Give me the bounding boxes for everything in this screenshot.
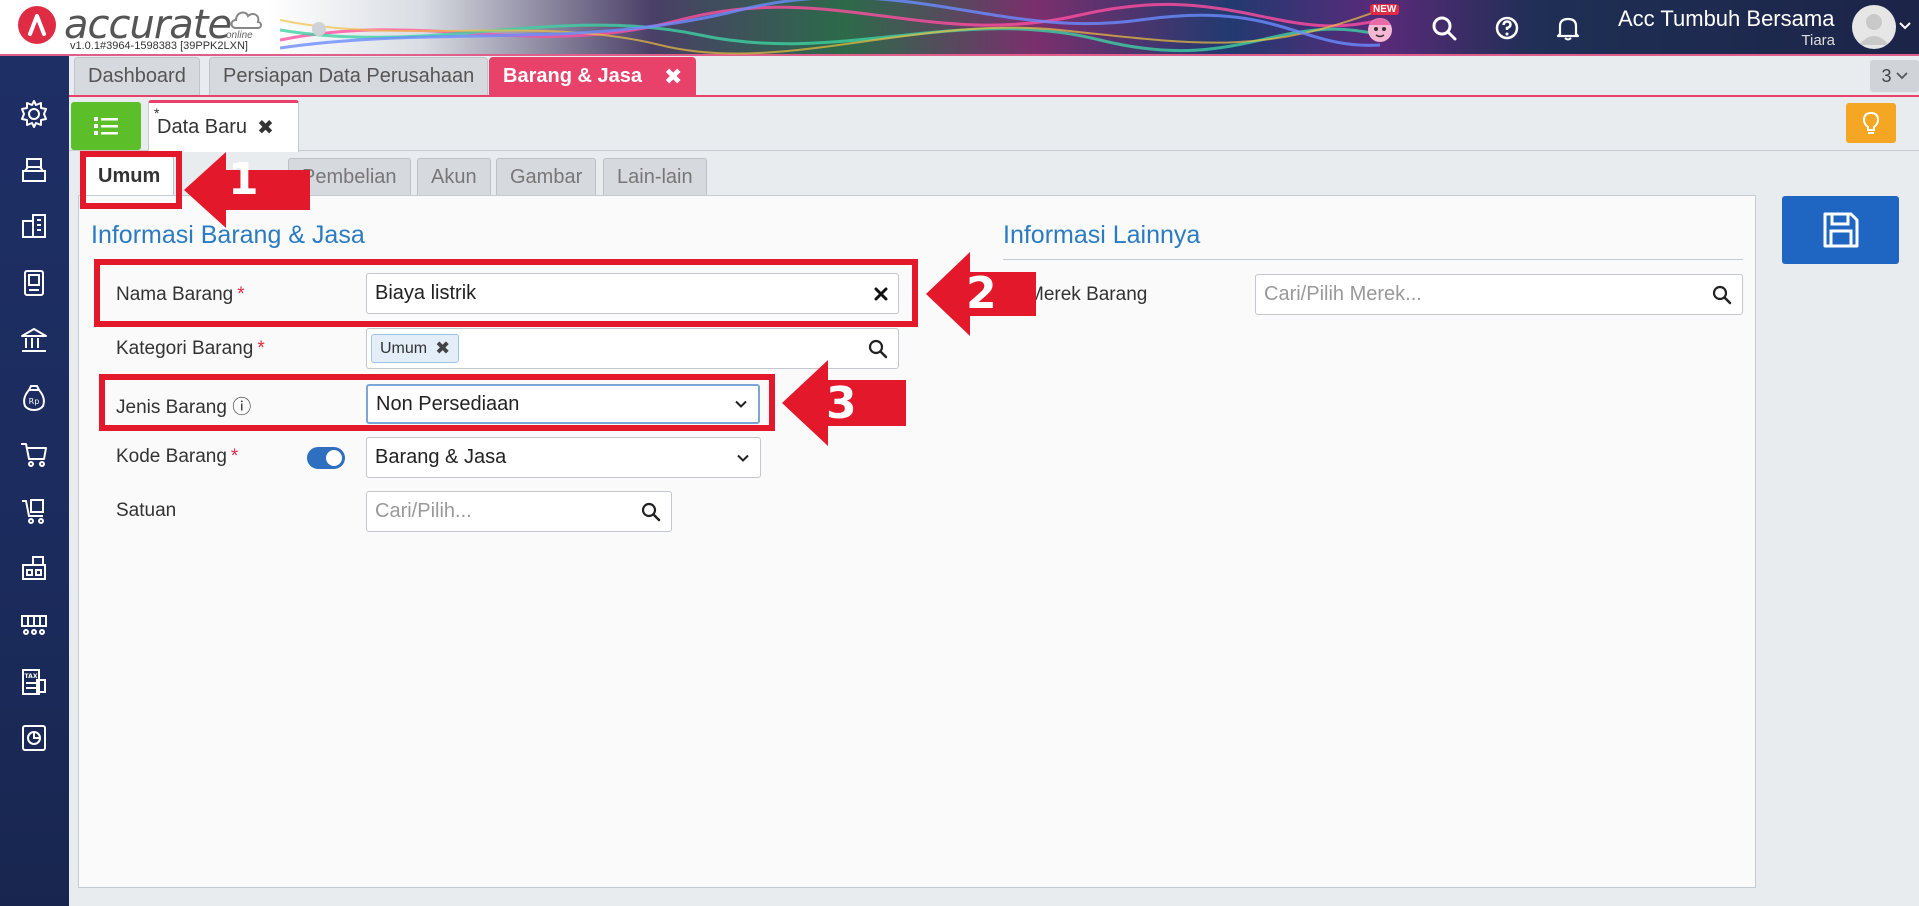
- warehouse-icon[interactable]: [16, 550, 52, 586]
- tab-label: Pembelian: [302, 165, 397, 188]
- doc-tab-label: Data Baru: [157, 116, 248, 138]
- annotation-box-2: [94, 259, 918, 327]
- tab-dashboard[interactable]: Dashboard: [74, 57, 200, 95]
- cart-icon[interactable]: [16, 436, 52, 472]
- tab-lain-lain[interactable]: Lain-lain: [603, 158, 707, 195]
- user-name: Tiara: [1801, 32, 1835, 49]
- annotation-number-1: 1: [228, 154, 259, 205]
- bank-icon[interactable]: [16, 322, 52, 358]
- left-sidebar: Rp TAX: [0, 56, 69, 906]
- close-doc-tab-icon[interactable]: ✖: [257, 115, 274, 140]
- annotation-box-3: [99, 374, 775, 431]
- search-icon[interactable]: [1424, 8, 1464, 48]
- user-avatar[interactable]: [1852, 5, 1896, 49]
- kode-barang-label: Kode Barang *: [116, 446, 239, 467]
- unsaved-marker: *: [154, 105, 160, 121]
- help-icon[interactable]: [1487, 8, 1527, 48]
- satuan-input[interactable]: Cari/Pilih...: [366, 491, 672, 532]
- tab-barang-jasa[interactable]: Barang & Jasa ✖: [489, 57, 697, 95]
- annotation-number-2: 2: [966, 268, 997, 319]
- merek-barang-placeholder: Cari/Pilih Merek...: [1264, 283, 1422, 305]
- floppy-disk-icon: [1823, 212, 1858, 248]
- bell-icon[interactable]: [1548, 8, 1588, 48]
- chevron-down-icon: [736, 453, 750, 462]
- annotation-number-3: 3: [826, 378, 857, 429]
- new-badge: NEW: [1370, 4, 1400, 15]
- document-tabbar: [69, 97, 1919, 151]
- tab-label: Barang & Jasa: [503, 65, 642, 87]
- search-icon[interactable]: [1712, 285, 1732, 305]
- merek-barang-input[interactable]: Cari/Pilih Merek...: [1255, 274, 1743, 315]
- kategori-barang-label: Kategori Barang *: [116, 338, 265, 359]
- section-title-informasi-lainnya: Informasi Lainnya: [1003, 221, 1201, 249]
- chevron-down-icon[interactable]: [1898, 18, 1912, 36]
- svg-text:Rp: Rp: [29, 397, 40, 406]
- gear-icon[interactable]: [16, 96, 52, 132]
- kategori-chip: Umum ✖: [371, 334, 460, 363]
- annotation-box-1: [80, 151, 182, 209]
- company-name[interactable]: Acc Tumbuh Bersama: [1618, 6, 1834, 32]
- purchase-icon[interactable]: [16, 493, 52, 529]
- status-dot: [312, 22, 326, 36]
- tab-akun[interactable]: Akun: [417, 158, 491, 195]
- kode-barang-toggle[interactable]: [307, 447, 345, 469]
- tab-label: Dashboard: [88, 65, 186, 87]
- tab-count-label: 3: [1881, 65, 1892, 86]
- svg-text:TAX: TAX: [25, 673, 38, 680]
- building-icon[interactable]: [16, 208, 52, 244]
- list-view-button[interactable]: [71, 102, 141, 150]
- header-wave-decoration: [280, 0, 1380, 55]
- tab-label: Akun: [431, 165, 477, 188]
- book-icon[interactable]: [16, 265, 52, 301]
- lightbulb-icon: [1862, 111, 1880, 134]
- search-icon[interactable]: [641, 502, 661, 522]
- tab-gambar[interactable]: Gambar: [496, 158, 597, 195]
- satuan-placeholder: Cari/Pilih...: [375, 500, 472, 522]
- tips-button[interactable]: [1846, 103, 1896, 143]
- tax-icon[interactable]: TAX: [16, 664, 52, 700]
- conveyor-icon[interactable]: [16, 607, 52, 643]
- search-icon[interactable]: [868, 339, 888, 359]
- tab-persiapan-data-perusahaan[interactable]: Persiapan Data Perusahaan: [209, 57, 489, 95]
- kode-barang-value: Barang & Jasa: [375, 446, 507, 468]
- cashier-icon[interactable]: [16, 152, 52, 188]
- accurate-logo-icon: [18, 6, 56, 44]
- tab-data-baru[interactable]: * Data Baru ✖: [148, 100, 299, 152]
- close-tab-icon[interactable]: ✖: [664, 64, 682, 90]
- tab-label: Lain-lain: [617, 165, 693, 188]
- section-divider: [1003, 259, 1743, 260]
- remove-chip-icon[interactable]: ✖: [435, 338, 450, 359]
- list-icon: [94, 117, 118, 135]
- tab-label: Persiapan Data Perusahaan: [223, 65, 475, 87]
- kode-barang-select[interactable]: Barang & Jasa: [366, 437, 761, 478]
- cloud-icon: [230, 11, 262, 29]
- merek-barang-label: Merek Barang: [1028, 284, 1148, 305]
- money-bag-icon[interactable]: Rp: [16, 379, 52, 415]
- tab-label: Gambar: [510, 165, 583, 188]
- satuan-label: Satuan: [116, 500, 177, 521]
- tab-count-dropdown[interactable]: 3: [1870, 60, 1919, 92]
- chevron-down-icon: [1895, 72, 1908, 80]
- report-icon[interactable]: [16, 720, 52, 756]
- version-text: v1.0.1#3964-1598383 [39PPK2LXN]: [70, 40, 248, 52]
- save-button[interactable]: [1782, 196, 1899, 264]
